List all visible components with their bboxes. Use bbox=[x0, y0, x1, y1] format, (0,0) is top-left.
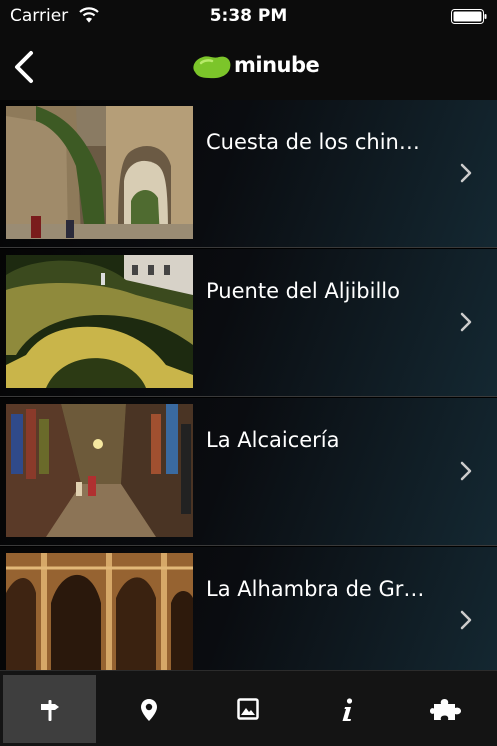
place-title: Puente del Aljibillo bbox=[206, 279, 400, 303]
navigation-bar: minube bbox=[0, 32, 497, 100]
tab-photos[interactable] bbox=[201, 675, 294, 743]
info-icon bbox=[342, 698, 352, 721]
tab-routes[interactable] bbox=[3, 675, 96, 743]
logo-wordmark: minube bbox=[234, 53, 320, 77]
list-item[interactable]: Cuesta de los chin… bbox=[0, 100, 497, 248]
map-pin-icon bbox=[140, 699, 157, 721]
place-thumbnail bbox=[6, 255, 193, 388]
photo-icon bbox=[236, 698, 259, 720]
chevron-right-icon bbox=[460, 610, 472, 630]
app-logo: minube bbox=[189, 49, 320, 83]
signpost-icon bbox=[40, 700, 59, 721]
list-item[interactable]: La Alhambra de Gr… bbox=[0, 547, 497, 670]
chevron-right-icon bbox=[460, 461, 472, 481]
chevron-right-icon bbox=[460, 312, 472, 332]
puzzle-icon bbox=[429, 699, 461, 720]
tab-info[interactable] bbox=[300, 675, 393, 743]
chevron-right-icon bbox=[460, 163, 472, 183]
back-button[interactable] bbox=[12, 50, 36, 84]
tab-bar bbox=[0, 670, 497, 746]
place-thumbnail bbox=[6, 404, 193, 537]
place-thumbnail bbox=[6, 553, 193, 670]
logo-bean-icon bbox=[193, 56, 231, 79]
place-title: La Alcaicería bbox=[206, 428, 340, 452]
list-item[interactable]: Puente del Aljibillo bbox=[0, 249, 497, 397]
status-bar: Carrier 5:38 PM bbox=[0, 0, 497, 32]
place-title: Cuesta de los chin… bbox=[206, 130, 420, 154]
clock: 5:38 PM bbox=[209, 6, 288, 26]
place-title: La Alhambra de Gr… bbox=[206, 577, 425, 601]
tab-more[interactable] bbox=[399, 675, 492, 743]
places-list: Cuesta de los chin… Puente del Aljibillo bbox=[0, 100, 497, 670]
list-item[interactable]: La Alcaicería bbox=[0, 398, 497, 546]
tab-map[interactable] bbox=[102, 675, 195, 743]
place-thumbnail bbox=[6, 106, 193, 239]
battery-icon bbox=[451, 9, 487, 24]
